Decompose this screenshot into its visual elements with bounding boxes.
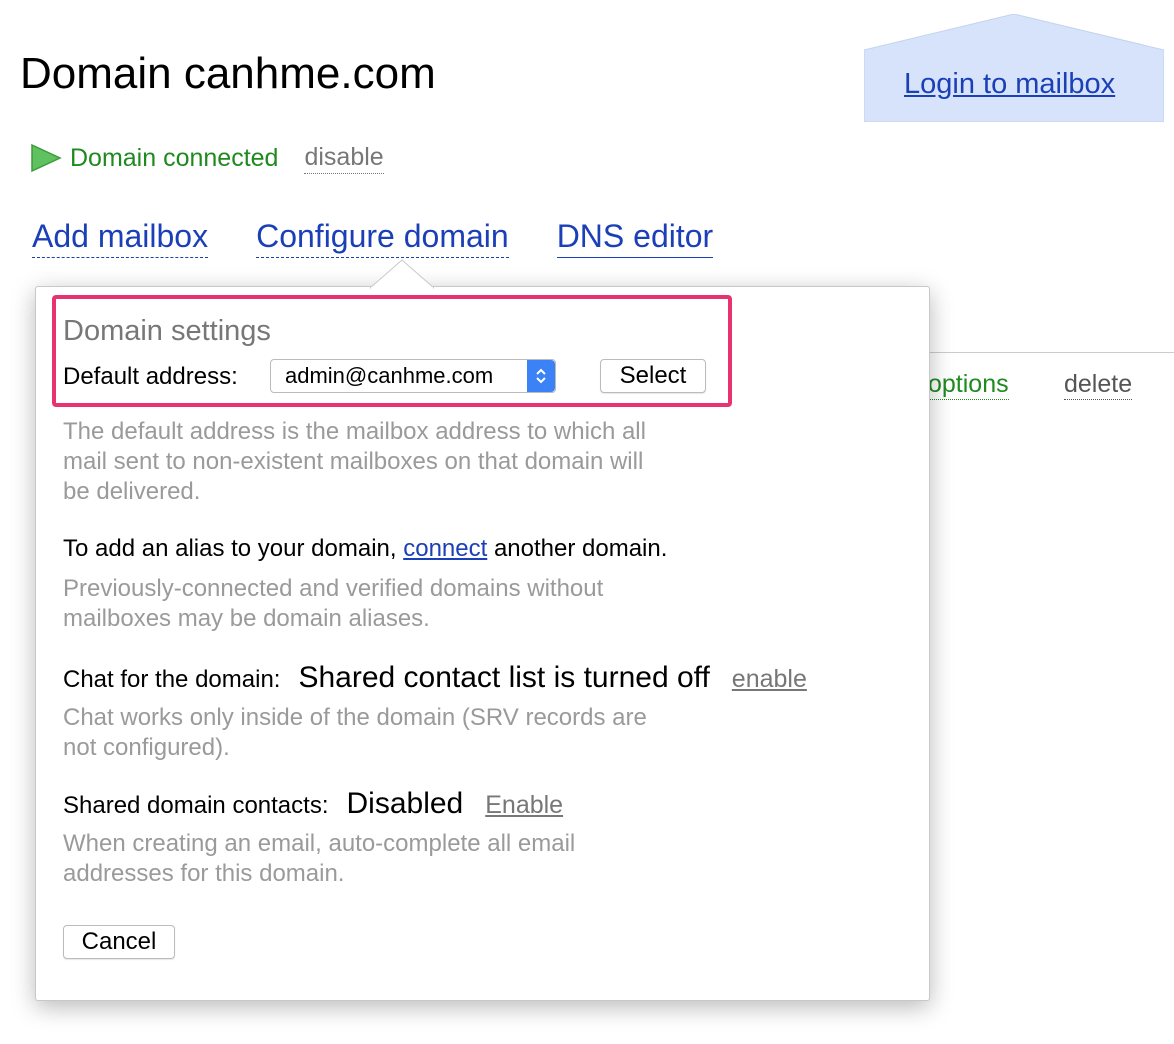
popup-arrow — [370, 259, 434, 289]
cancel-button[interactable]: Cancel — [63, 925, 175, 959]
disable-link[interactable]: disable — [304, 143, 384, 174]
chat-line: Chat for the domain: Shared contact list… — [63, 661, 807, 695]
default-address-label: Default address: — [63, 363, 238, 390]
domain-nav: Add mailbox Configure domain DNS editor — [32, 218, 714, 258]
chat-help: Chat works only inside of the domain (SR… — [63, 703, 647, 763]
help-line: Previously-connected and verified domain… — [63, 575, 604, 602]
connect-link[interactable]: connect — [403, 535, 487, 563]
help-line: The default address is the mailbox addre… — [63, 418, 646, 445]
login-to-mailbox-link[interactable]: Login to mailbox — [904, 68, 1115, 101]
contacts-help: When creating an email, auto-complete al… — [63, 829, 575, 889]
default-address-value: admin@canhme.com — [285, 363, 494, 388]
help-line: When creating an email, auto-complete al… — [63, 830, 576, 857]
play-icon — [31, 143, 62, 173]
help-line: mailboxes may be domain aliases. — [63, 605, 430, 632]
help-line: be delivered. — [63, 478, 201, 505]
select-button[interactable]: Select — [600, 359, 706, 393]
alias-line: To add an alias to your domain, connect … — [63, 535, 667, 563]
default-address-help: The default address is the mailbox addre… — [63, 417, 646, 507]
contacts-enable-link[interactable]: Enable — [485, 791, 563, 820]
table-divider — [928, 352, 1174, 353]
add-mailbox-link[interactable]: Add mailbox — [32, 218, 209, 258]
status-text: Domain connected — [70, 143, 279, 172]
contacts-line: Shared domain contacts: Disabled Enable — [63, 787, 563, 821]
section-title: Domain settings — [63, 315, 271, 347]
chat-label: Chat for the domain: — [63, 666, 281, 693]
options-link[interactable]: options — [928, 370, 1009, 400]
chat-enable-link[interactable]: enable — [732, 665, 807, 694]
select-arrows-icon — [527, 360, 555, 392]
domain-settings-popup: Domain settings Default address: admin@c… — [35, 259, 930, 1001]
page-title: Domain canhme.com — [20, 49, 436, 98]
alias-prefix: To add an alias to your domain, — [63, 535, 397, 562]
contacts-status: Disabled — [346, 787, 464, 820]
help-line: mail sent to non-existent mailboxes on t… — [63, 448, 644, 475]
contacts-label: Shared domain contacts: — [63, 792, 329, 819]
default-address-select[interactable]: admin@canhme.com — [270, 359, 556, 393]
domain-status: Domain connected disable — [30, 142, 384, 174]
alias-help: Previously-connected and verified domain… — [63, 574, 603, 634]
help-line: addresses for this domain. — [63, 860, 345, 887]
configure-domain-link[interactable]: Configure domain — [256, 218, 509, 258]
help-line: not configured). — [63, 734, 230, 761]
login-panel: Login to mailbox — [864, 14, 1164, 122]
alias-suffix: another domain. — [493, 535, 668, 562]
chat-status: Shared contact list is turned off — [298, 661, 710, 694]
dns-editor-link[interactable]: DNS editor — [556, 218, 714, 258]
help-line: Chat works only inside of the domain (SR… — [63, 704, 647, 731]
delete-link[interactable]: delete — [1064, 370, 1133, 400]
